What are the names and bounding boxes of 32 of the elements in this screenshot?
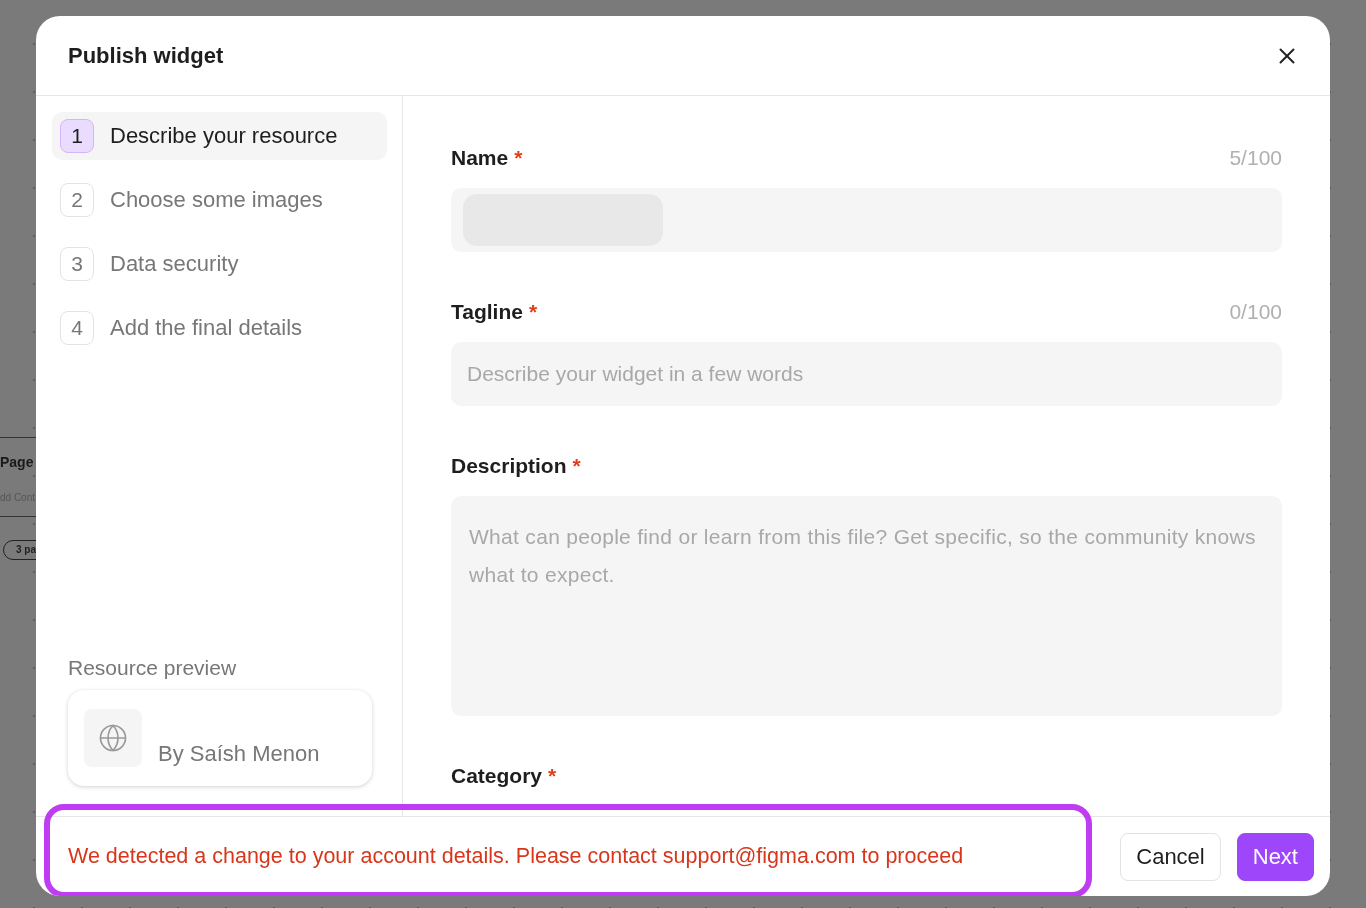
step-number: 2 — [60, 183, 94, 217]
field-label: Tagline — [451, 300, 523, 323]
dialog-title: Publish widget — [68, 42, 224, 69]
step-item[interactable]: 1 Describe your resource — [52, 112, 387, 160]
step-number: 4 — [60, 311, 94, 345]
required-asterisk: * — [528, 300, 538, 323]
cancel-button[interactable]: Cancel — [1120, 832, 1221, 881]
field-label: Name — [451, 146, 509, 169]
field-label: Category — [451, 764, 543, 787]
required-asterisk: * — [548, 764, 557, 787]
description-field[interactable]: What can people find or learn from this file? Get specific, so the community knows what to expect. — [451, 496, 1282, 716]
next-button[interactable]: Next — [1236, 832, 1314, 881]
character-counter: 5/100 — [1229, 146, 1282, 170]
required-asterisk: * — [514, 146, 523, 169]
step-item[interactable]: 2 Choose some images — [52, 176, 387, 224]
preview-heading: Resource preview — [67, 656, 238, 680]
step-item[interactable]: 4 Add the final details — [52, 304, 387, 352]
field-label: Description — [451, 454, 567, 477]
input-field[interactable]: Describe your widget in a few words — [451, 342, 1282, 406]
step-number: 3 — [60, 247, 94, 281]
step-label: Describe your resource — [110, 123, 338, 149]
globe-icon — [98, 723, 128, 753]
step-number: 1 — [60, 119, 94, 153]
frame-title: Page — [0, 454, 35, 470]
step-label: Choose some images — [110, 187, 323, 213]
step-item[interactable]: 3 Data security — [52, 240, 387, 288]
character-counter: 0/100 — [1229, 300, 1282, 324]
error-message: We detected a change to your account details. Please contact support@figma.com to proceed — [68, 844, 965, 869]
required-asterisk: * — [572, 454, 581, 477]
step-label: Add the final details — [110, 315, 303, 341]
step-label: Data security — [110, 251, 239, 277]
author-text: By Saísh Menon — [158, 741, 320, 767]
